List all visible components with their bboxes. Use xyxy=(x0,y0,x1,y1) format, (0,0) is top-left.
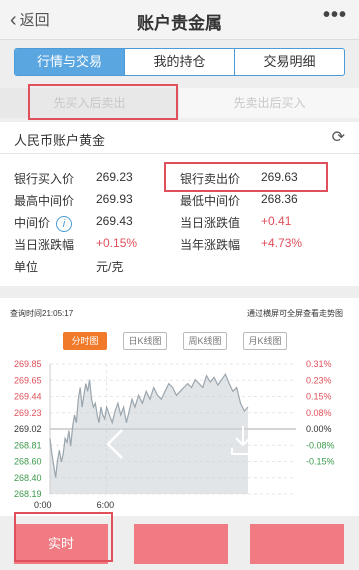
y-tick-label: 268.40 xyxy=(14,473,42,483)
product-name: 人民币账户黄金 xyxy=(14,133,106,148)
y-tick-label: 269.02 xyxy=(14,424,42,434)
pct-tick-label: -0.15% xyxy=(306,457,335,467)
quote-panel: 人民币账户黄金 ⟳ 银行买入价 269.23 银行卖出价 269.63 最高中间… xyxy=(0,122,359,286)
unit-label: 单位 xyxy=(14,260,39,274)
y-tick-label: 269.85 xyxy=(14,359,42,369)
action-button[interactable] xyxy=(134,524,228,564)
price-chart-panel: 查询时间21:05:17 通过横屏可全屏查看走势图 分时图 日K线图 周K线图 … xyxy=(0,298,359,516)
y-tick-label: 269.23 xyxy=(14,408,42,418)
pct-tick-label: -0.08% xyxy=(306,440,335,450)
x-tick-label: 6:00 xyxy=(97,500,115,510)
day-pct-value: +0.15% xyxy=(96,236,138,250)
highlight-box xyxy=(14,512,113,562)
tab-market-trade[interactable]: 行情与交易 xyxy=(15,49,124,75)
tab-my-holdings[interactable]: 我的持仓 xyxy=(124,49,234,75)
y-tick-label: 268.60 xyxy=(14,457,42,467)
low-mid-label: 最低中间价 xyxy=(180,194,241,208)
refresh-icon[interactable]: ⟳ xyxy=(332,127,345,147)
quote-row: 单位 元/克 xyxy=(14,258,354,278)
quote-row: 中间价 i 269.43 当日涨跌值 +0.41 xyxy=(14,214,354,234)
day-change-value: +0.41 xyxy=(261,214,292,228)
info-icon[interactable]: i xyxy=(56,216,73,232)
low-mid-value: 268.36 xyxy=(261,192,298,206)
high-mid-label: 最高中间价 xyxy=(14,194,75,208)
pct-tick-label: 0.08% xyxy=(306,408,332,418)
more-icon[interactable]: ••• xyxy=(323,4,347,27)
y-tick-label: 269.44 xyxy=(14,392,42,402)
highlight-box xyxy=(28,84,178,120)
tab-trade-details[interactable]: 交易明细 xyxy=(234,49,344,75)
mid-label-wrap: 中间价 i xyxy=(14,214,73,232)
page-title: 账户贵金属 xyxy=(137,14,222,33)
quote-row: 当日涨跌幅 +0.15% 当年涨跌幅 +4.73% xyxy=(14,236,354,256)
x-tick-label: 0:00 xyxy=(34,500,52,510)
action-button[interactable] xyxy=(250,524,344,564)
year-pct-value: +4.73% xyxy=(261,236,303,250)
high-mid-value: 269.93 xyxy=(96,192,133,206)
pct-tick-label: 0.15% xyxy=(306,392,332,402)
quote-row: 最高中间价 269.93 最低中间价 268.36 xyxy=(14,192,354,212)
tab-sell-then-buy[interactable]: 先卖出后买入 xyxy=(180,88,359,118)
y-tick-label: 268.81 xyxy=(14,440,42,450)
pct-tick-label: 0.23% xyxy=(306,375,332,385)
intraday-chart[interactable]: 269.85 269.65 269.44 269.23 269.02 268.81 268.… xyxy=(0,298,359,516)
product-header: 人民币账户黄金 ⟳ xyxy=(0,122,359,154)
highlight-box xyxy=(164,162,328,192)
y-tick-label: 268.19 xyxy=(14,489,42,499)
day-change-label: 当日涨跌值 xyxy=(180,216,241,230)
nav-bar: ‹ 返回 账户贵金属 ••• xyxy=(0,0,359,40)
bank-buy-value: 269.23 xyxy=(96,170,133,184)
pct-tick-label: 0.00% xyxy=(306,424,332,434)
pct-tick-label: 0.31% xyxy=(306,359,332,369)
mid-value: 269.43 xyxy=(96,214,133,228)
y-tick-label: 269.65 xyxy=(14,375,42,385)
unit-value: 元/克 xyxy=(96,260,124,274)
segmented-control: 行情与交易 我的持仓 交易明细 xyxy=(14,48,345,76)
year-pct-label: 当年涨跌幅 xyxy=(180,238,241,252)
day-pct-label: 当日涨跌幅 xyxy=(14,238,75,252)
mid-label: 中间价 xyxy=(14,216,51,230)
bank-buy-label: 银行买入价 xyxy=(14,172,75,186)
